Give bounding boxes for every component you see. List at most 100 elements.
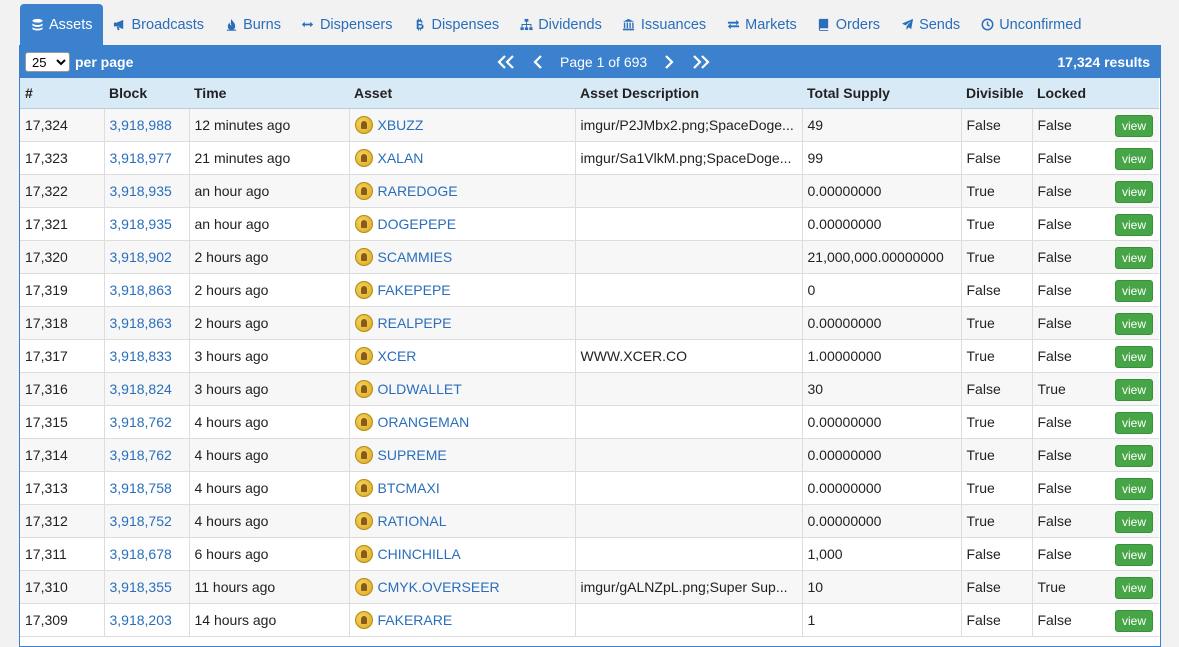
asset-link[interactable]: XBUZZ: [378, 117, 424, 133]
block-link[interactable]: 3,918,977: [110, 150, 172, 166]
locked-cell: False view: [1032, 108, 1159, 142]
asset-cell: BTCMAXI: [349, 471, 576, 505]
block-cell: 3,918,678: [104, 537, 190, 571]
asset-link[interactable]: SCAMMIES: [378, 249, 453, 265]
next-page-button[interactable]: [653, 46, 685, 78]
view-button[interactable]: view: [1114, 214, 1153, 236]
asset-cell: ORANGEMAN: [349, 405, 576, 439]
tab-issuances[interactable]: Issuances: [612, 4, 716, 45]
asset-wrap: RAREDOGE: [354, 182, 570, 200]
row-number: 17,309: [20, 603, 105, 637]
locked-cell: False view: [1032, 471, 1159, 505]
view-button[interactable]: view: [1114, 280, 1153, 302]
column-header: Asset: [349, 78, 575, 109]
asset-link[interactable]: SUPREME: [378, 447, 447, 463]
asset-link[interactable]: XALAN: [378, 150, 424, 166]
asset-wrap: FAKERARE: [354, 611, 570, 629]
tab-sends[interactable]: Sends: [890, 4, 970, 45]
block-link[interactable]: 3,918,863: [110, 282, 172, 298]
time-cell: 4 hours ago: [189, 471, 350, 505]
tab-dispensers[interactable]: Dispensers: [291, 4, 403, 45]
tab-label: Burns: [243, 16, 281, 33]
view-button[interactable]: view: [1114, 478, 1153, 500]
view-button[interactable]: view: [1114, 346, 1153, 368]
asset-coin-icon: [354, 512, 373, 530]
block-link[interactable]: 3,918,863: [110, 315, 172, 331]
block-link[interactable]: 3,918,935: [110, 183, 172, 199]
tab-label: Issuances: [640, 16, 707, 33]
view-button[interactable]: view: [1114, 412, 1153, 434]
view-button[interactable]: view: [1114, 610, 1153, 632]
block-link[interactable]: 3,918,988: [110, 117, 172, 133]
view-button[interactable]: view: [1114, 181, 1153, 203]
block-cell: 3,918,863: [104, 273, 190, 307]
tab-dispenses[interactable]: Dispenses: [402, 4, 509, 45]
asset-link[interactable]: RATIONAL: [378, 513, 447, 529]
asset-link[interactable]: OLDWALLET: [378, 381, 462, 397]
block-link[interactable]: 3,918,762: [110, 414, 172, 430]
last-page-button[interactable]: [685, 46, 717, 78]
asset-link[interactable]: CMYK.OVERSEER: [378, 579, 500, 595]
row-number: 17,315: [20, 405, 105, 439]
supply-cell: 21,000,000.00000000: [802, 240, 962, 274]
first-page-button[interactable]: [490, 46, 522, 78]
row-number: 17,311: [20, 537, 105, 571]
tab-markets[interactable]: Markets: [716, 4, 807, 45]
tab-unconfirmed[interactable]: Unconfirmed: [970, 4, 1091, 45]
view-button[interactable]: view: [1114, 511, 1153, 533]
block-cell: 3,918,203: [104, 603, 190, 637]
view-button[interactable]: view: [1114, 379, 1153, 401]
row-number: 17,314: [20, 438, 105, 472]
supply-cell: 99: [802, 141, 962, 175]
view-button[interactable]: view: [1114, 445, 1153, 467]
prev-page-button[interactable]: [522, 46, 554, 78]
locked-value: False: [1037, 282, 1072, 298]
block-link[interactable]: 3,918,758: [110, 480, 172, 496]
asset-link[interactable]: DOGEPEPE: [378, 216, 457, 232]
block-link[interactable]: 3,918,762: [110, 447, 172, 463]
view-button[interactable]: view: [1114, 313, 1153, 335]
tab-assets[interactable]: Assets: [20, 4, 103, 45]
exchange-icon: [726, 18, 740, 32]
block-cell: 3,918,935: [104, 207, 190, 241]
asset-link[interactable]: ORANGEMAN: [378, 414, 470, 430]
view-button[interactable]: view: [1114, 148, 1153, 170]
time-cell: 14 hours ago: [189, 603, 350, 637]
time-cell: 3 hours ago: [189, 372, 350, 406]
table-row: 17,313 3,918,758 4 hours ago BTCMAXI 0.00000…: [20, 471, 1159, 505]
block-link[interactable]: 3,918,752: [110, 513, 172, 529]
block-link[interactable]: 3,918,833: [110, 348, 172, 364]
asset-link[interactable]: RAREDOGE: [378, 183, 458, 199]
per-page-select[interactable]: 25: [25, 52, 70, 72]
asset-coin-icon: [354, 578, 373, 596]
locked-value: False: [1037, 447, 1072, 463]
asset-wrap: CMYK.OVERSEER: [354, 578, 570, 596]
asset-wrap: XBUZZ: [354, 116, 570, 134]
block-link[interactable]: 3,918,902: [110, 249, 172, 265]
tab-burns[interactable]: Burns: [214, 4, 291, 45]
block-link[interactable]: 3,918,935: [110, 216, 172, 232]
table-row: 17,321 3,918,935 an hour ago DOGEPEPE 0.0000…: [20, 207, 1159, 241]
tab-dividends[interactable]: Dividends: [509, 4, 612, 45]
row-number: 17,318: [20, 306, 105, 340]
asset-wrap: SUPREME: [354, 446, 570, 464]
tab-broadcasts[interactable]: Broadcasts: [103, 4, 215, 45]
row-number: 17,310: [20, 570, 105, 604]
asset-link[interactable]: BTCMAXI: [378, 480, 440, 496]
asset-link[interactable]: XCER: [378, 348, 417, 364]
asset-link[interactable]: CHINCHILLA: [378, 546, 461, 562]
view-button[interactable]: view: [1114, 115, 1153, 137]
block-link[interactable]: 3,918,678: [110, 546, 172, 562]
asset-link[interactable]: FAKEPEPE: [378, 282, 451, 298]
asset-cell: SCAMMIES: [349, 240, 576, 274]
supply-cell: 0.00000000: [802, 471, 962, 505]
asset-link[interactable]: REALPEPE: [378, 315, 452, 331]
view-button[interactable]: view: [1114, 577, 1153, 599]
block-link[interactable]: 3,918,355: [110, 579, 172, 595]
tab-orders[interactable]: Orders: [807, 4, 890, 45]
divisible-cell: False: [961, 372, 1033, 406]
view-button[interactable]: view: [1114, 247, 1153, 269]
view-button[interactable]: view: [1114, 544, 1153, 566]
block-link[interactable]: 3,918,824: [110, 381, 172, 397]
asset-coin-icon: [354, 215, 373, 233]
